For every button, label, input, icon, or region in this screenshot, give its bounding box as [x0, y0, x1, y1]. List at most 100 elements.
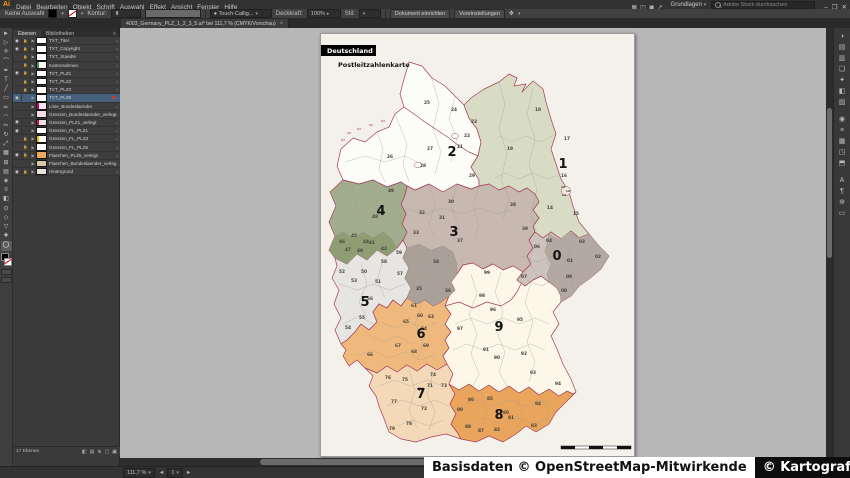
layer-name[interactable]: Grenzen_Bundeslaender_verlegt	[49, 112, 116, 117]
target-circle-icon[interactable]: ○	[116, 128, 118, 133]
layer-row[interactable]: 🔒▶TXT_PLZ3○	[13, 86, 120, 94]
tool-18[interactable]: ◧	[1, 195, 12, 204]
stroke-weight-stepper[interactable]: ⬍	[111, 9, 141, 18]
collapsed-panel-icon[interactable]: ◉	[836, 114, 849, 125]
layer-name[interactable]: Grenzen_FL_PLZ5	[49, 145, 116, 150]
lock-icon[interactable]: 🔒	[22, 47, 30, 51]
document-tab[interactable]: 4003_Germany_PLZ_1_2_3_5.ai* bei 111,7 %…	[121, 19, 289, 28]
target-circle-icon[interactable]: ○	[116, 54, 118, 59]
stock-search-input[interactable]: Adobe Stock durchsuchen	[711, 1, 815, 9]
collapsed-panel-icon[interactable]: ◳	[836, 147, 849, 158]
drawing-mode-toggle[interactable]	[1, 269, 12, 275]
fill-stroke-swatches[interactable]	[1, 253, 12, 267]
scrollbar-thumb[interactable]	[827, 108, 832, 258]
target-circle-icon[interactable]: ○	[116, 71, 118, 76]
layer-row[interactable]: ◉🔒▶TXT_PLZ1○	[13, 70, 120, 78]
layer-name[interactable]: TXT_PLZ1	[49, 71, 116, 76]
collapsed-panel-icon[interactable]: ▥	[836, 53, 849, 64]
lock-icon[interactable]: 🔒	[22, 137, 30, 141]
collapsed-panel-icon[interactable]: ✦	[836, 75, 849, 86]
arrange-icon[interactable]: ✥	[509, 10, 514, 17]
artboard-number-dropdown[interactable]: 1 ▾	[167, 468, 183, 478]
layer-row[interactable]: 🔒▶TXT_Staedte○	[13, 53, 120, 61]
layer-name[interactable]: Flaechen_PLZ5_verlegt	[49, 153, 116, 158]
tool-1[interactable]: ▷	[1, 39, 12, 48]
tool-11[interactable]: ↻	[1, 131, 12, 140]
layer-name[interactable]: Grenzen_FL_PLZ1	[49, 128, 116, 133]
plz-zone-2[interactable]	[337, 62, 481, 192]
collapsed-panel-icon[interactable]: ◧	[836, 86, 849, 97]
close-icon[interactable]: ×	[280, 21, 284, 27]
layer-name[interactable]: TXT_Titel	[49, 38, 116, 43]
tool-6[interactable]: ╱	[1, 85, 12, 94]
collapsed-panel-icon[interactable]: ¶	[836, 186, 849, 197]
visibility-eye-icon[interactable]: ◉	[13, 70, 22, 76]
collapsed-panel-icon[interactable]: ▦	[836, 136, 849, 147]
layer-row[interactable]: ▶Grenzen_Bundeslaender_verlegt○	[13, 111, 120, 119]
layer-row[interactable]: ▶Linie_Bundeslaender○	[13, 103, 120, 111]
visibility-eye-icon[interactable]: ◉	[13, 152, 22, 158]
layer-name[interactable]: TXT_Staedte	[49, 54, 116, 59]
width-profile-dropdown[interactable]	[145, 9, 201, 18]
tool-2[interactable]: ✛	[1, 48, 12, 57]
collapsed-panel-icon[interactable]: A	[836, 175, 849, 186]
tool-0[interactable]: ►	[1, 30, 12, 39]
target-circle-icon[interactable]: ○	[116, 161, 118, 166]
layer-name[interactable]: TXT_PLZ5	[49, 95, 112, 100]
artboard[interactable]: 2524232221272628291817191614153031323337…	[320, 33, 635, 457]
target-circle-icon[interactable]: ○	[116, 104, 118, 109]
visibility-eye-icon[interactable]: ◉	[13, 119, 22, 125]
lock-icon[interactable]: 🔒	[22, 145, 30, 149]
target-circle-icon[interactable]: ○	[116, 38, 118, 43]
lock-icon[interactable]: 🔒	[22, 71, 30, 75]
collapsed-panel-icon[interactable]: ⊕	[836, 197, 849, 208]
tool-14[interactable]: ⊞	[1, 159, 12, 168]
layers-footer-icon[interactable]: ◧	[82, 449, 87, 455]
lock-icon[interactable]: 🔒	[22, 153, 30, 157]
layers-footer-icon[interactable]: ⊕	[97, 449, 101, 455]
lock-icon[interactable]: 🔒	[22, 39, 30, 43]
tool-13[interactable]: ▦	[1, 149, 12, 158]
tool-7[interactable]: ▭	[1, 94, 12, 103]
layer-name[interactable]: Grenzen_FL_PLZ3	[49, 136, 116, 141]
target-circle-icon[interactable]: ○	[116, 112, 118, 117]
tool-3[interactable]: ⌒	[1, 58, 12, 67]
brush-dropdown[interactable]: ● Touch-Callig...▾	[210, 9, 272, 18]
visibility-eye-icon[interactable]: ◉	[13, 169, 22, 175]
layer-row[interactable]: ◉🔒▶TXT_Copyright○	[13, 45, 120, 53]
lock-icon[interactable]: 🔒	[22, 63, 30, 67]
tool-10[interactable]: ✂	[1, 122, 12, 131]
tool-8[interactable]: ✏	[1, 104, 12, 113]
layer-row[interactable]: ▶Flaechen_Bundeslaender_verlegt○	[13, 160, 120, 168]
layer-row[interactable]: 🔒▶Grenzen_FL_PLZ3○	[13, 135, 120, 143]
collapsed-panel-icon[interactable]: ▤	[836, 42, 849, 53]
layer-name[interactable]: TXT_PLZ3	[49, 87, 116, 92]
stroke-color-swatch[interactable]	[68, 9, 77, 18]
collapsed-panel-icon[interactable]: ◑	[836, 31, 849, 42]
zoom-level-dropdown[interactable]: 111,7 % ▾	[123, 468, 155, 478]
tool-23[interactable]: ◯	[1, 241, 12, 250]
layer-name[interactable]: Linie_Bundeslaender	[49, 104, 116, 109]
lock-icon[interactable]: 🔒	[22, 170, 30, 174]
tool-9[interactable]: ◠	[1, 113, 12, 122]
collapsed-panel-icon[interactable]: ▨	[836, 97, 849, 108]
target-circle-icon[interactable]: ○	[116, 63, 118, 68]
layer-row[interactable]: ◉▶Grenzen_PLZ1_verlegt○	[13, 119, 120, 127]
style-dropdown[interactable]: ▾	[359, 9, 381, 18]
target-circle-icon[interactable]: ○	[116, 95, 118, 100]
layer-row[interactable]: 🔒▶TXT_PLZ2○	[13, 78, 120, 86]
layers-footer-icon[interactable]: ▣	[112, 449, 117, 455]
prev-artboard-icon[interactable]: ◄	[159, 470, 164, 476]
vertical-scrollbar[interactable]	[826, 28, 833, 458]
lock-icon[interactable]: 🔒	[22, 55, 30, 59]
layer-name[interactable]: Grenzen_PLZ1_verlegt	[49, 120, 116, 125]
layer-row[interactable]: ◉▶TXT_PLZ5○	[13, 94, 120, 102]
tool-12[interactable]: ⤢	[1, 140, 12, 149]
lock-icon[interactable]: 🔒	[22, 88, 30, 92]
layer-row[interactable]: ◉▶Grenzen_FL_PLZ1○	[13, 127, 120, 135]
target-circle-icon[interactable]: ○	[116, 46, 118, 51]
layers-footer-icon[interactable]: ▤	[90, 449, 95, 455]
document-setup-button[interactable]: Dokument einrichten	[390, 9, 450, 19]
lock-icon[interactable]: 🔒	[22, 80, 30, 84]
visibility-eye-icon[interactable]: ◉	[13, 38, 22, 44]
